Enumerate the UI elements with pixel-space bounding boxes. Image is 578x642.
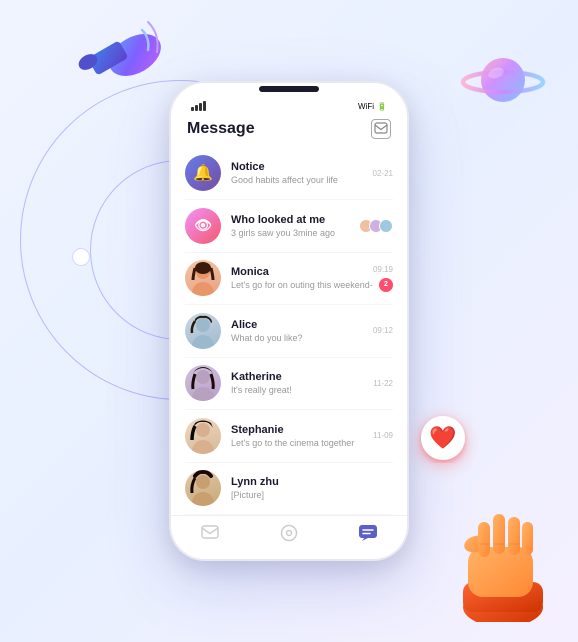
msg-meta-notice: 02-21 [373,169,393,178]
heart-decoration: ❤️ [418,413,468,472]
msg-time-katherine: 11-22 [373,379,393,388]
msg-meta-stephanie: 11-09 [373,431,393,440]
avatar-notice: 🔔 [185,155,221,191]
msg-content-who: Who looked at me 3 girls saw you 3mine a… [231,214,361,238]
hand-decoration [448,492,558,622]
message-item-stephanie[interactable]: Stephanie Let's go to the cinema togethe… [171,410,407,462]
msg-content-lynn: Lynn zhu [Picture] [231,476,393,500]
phone-frame: WiFi 🔋 Message 🔔 Notice [169,81,409,561]
msg-time-notice: 02-21 [373,169,393,178]
avatar-lynn [185,470,221,506]
message-item-notice[interactable]: 🔔 Notice Good habits affect your life 02… [171,147,407,199]
msg-preview-stephanie: Let's go to the cinema together [231,438,373,448]
planet-decoration [458,40,548,130]
avatar-who: 👁 [185,208,221,244]
message-item-monica[interactable]: Monica Let's go for on outing this weeke… [171,252,407,304]
avatar-alice [185,313,221,349]
msg-name-monica: Monica [231,266,373,278]
msg-content-monica: Monica Let's go for on outing this weeke… [231,266,373,290]
msg-meta-alice: 09:12 [373,326,393,335]
msg-preview-who: 3 girls saw you 3mine ago [231,228,361,238]
app-title: Message [187,120,255,138]
megaphone-decoration [60,0,180,120]
message-item-who[interactable]: 👁 Who looked at me 3 girls saw you 3mine… [171,200,407,252]
app-header: Message [171,115,407,147]
nav-icon-chat [358,524,378,547]
msg-preview-alice: What do you like? [231,333,373,343]
msg-time-monica: 09:19 [373,265,393,274]
msg-time-stephanie: 11-09 [373,431,393,440]
msg-name-katherine: Katherine [231,371,373,383]
msg-content-notice: Notice Good habits affect your life [231,161,373,185]
deco-dot [72,248,90,266]
bottom-nav [171,515,407,559]
avatar-monica [185,260,221,296]
msg-content-katherine: Katherine It's really great! [231,371,373,395]
msg-name-lynn: Lynn zhu [231,476,393,488]
nav-icon-message [201,525,219,546]
msg-content-alice: Alice What do you like? [231,319,373,343]
msg-meta-who [361,219,393,233]
msg-name-stephanie: Stephanie [231,424,373,436]
msg-preview-monica: Let's go for on outing this weekend- [231,280,373,290]
avatar-katherine [185,365,221,401]
phone-wrapper: WiFi 🔋 Message 🔔 Notice [169,81,409,561]
msg-preview-katherine: It's really great! [231,385,373,395]
msg-preview-notice: Good habits affect your life [231,175,373,185]
nav-item-explore[interactable] [269,524,309,547]
msg-time-alice: 09:12 [373,326,393,335]
message-list: 🔔 Notice Good habits affect your life 02… [171,147,407,533]
msg-name-who: Who looked at me [231,214,361,226]
svg-text:❤️: ❤️ [429,425,457,450]
message-item-alice[interactable]: Alice What do you like? 09:12 [171,305,407,357]
message-item-lynn[interactable]: Lynn zhu [Picture] [171,462,407,514]
msg-name-alice: Alice [231,319,373,331]
msg-preview-lynn: [Picture] [231,490,393,500]
msg-name-notice: Notice [231,161,373,173]
compose-button[interactable] [371,119,391,139]
avatar-stephanie [185,418,221,454]
msg-content-stephanie: Stephanie Let's go to the cinema togethe… [231,424,373,448]
nav-icon-explore [280,524,298,547]
nav-item-chat[interactable] [348,524,388,547]
msg-meta-katherine: 11-22 [373,379,393,388]
msg-meta-monica: 09:19 2 [373,265,393,292]
nav-item-message[interactable] [190,525,230,546]
status-bar: WiFi 🔋 [171,93,407,115]
message-item-katherine[interactable]: Katherine It's really great! 11-22 [171,357,407,409]
msg-badge-monica: 2 [379,278,393,292]
